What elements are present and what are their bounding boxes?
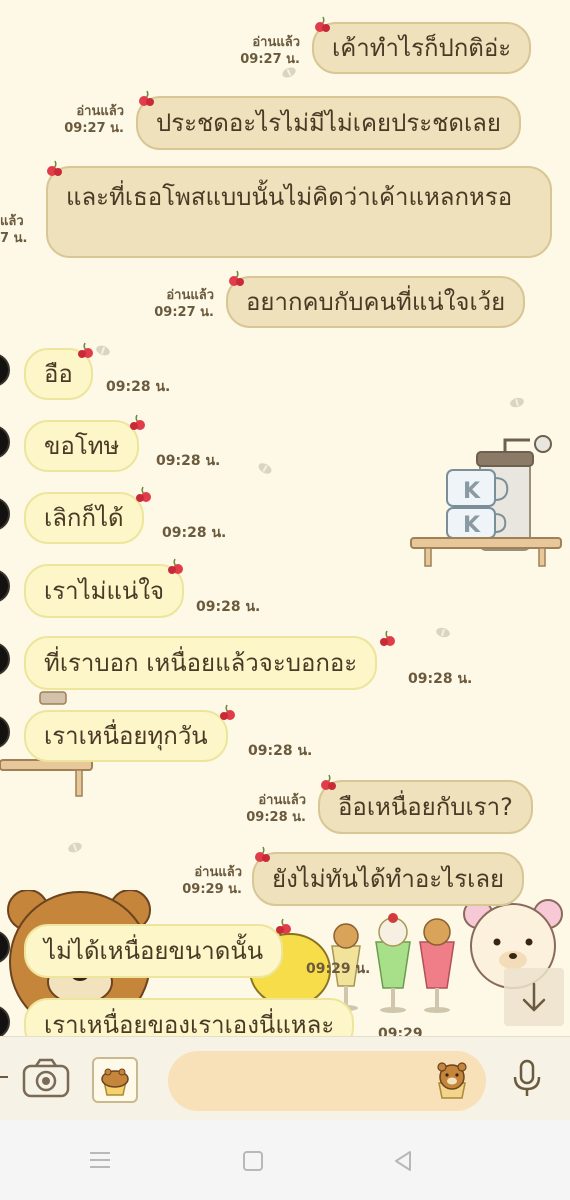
coffee-bean-decoration xyxy=(66,840,84,855)
voice-message-button[interactable] xyxy=(504,1055,550,1101)
menu-icon[interactable] xyxy=(86,1148,114,1172)
svg-text:K: K xyxy=(463,513,481,538)
contact-avatar[interactable] xyxy=(0,425,10,459)
camera-icon xyxy=(22,1058,70,1098)
cherry-icon xyxy=(276,918,291,934)
sent-message-bubble[interactable]: ยังไม่ทันได้ทำอะไรเลย xyxy=(252,852,525,906)
read-receipt: อ่านแล้ว 09:29 น. xyxy=(182,865,242,897)
contact-avatar[interactable] xyxy=(0,497,10,531)
cherry-icon xyxy=(321,774,336,790)
message-time: 09:28 น. xyxy=(196,599,261,615)
cherry-icon xyxy=(139,90,154,106)
cherry-icon xyxy=(315,16,330,32)
chat-area[interactable]: K K อ่านแล้ว 09:27 น. เค้าทำไรก็ปกติอ่ะ … xyxy=(0,0,570,1036)
back-icon[interactable] xyxy=(390,1148,416,1174)
received-message-bubble[interactable]: ที่เราบอก เหนื่อยแล้วจะบอกอะ xyxy=(24,636,378,690)
coffee-bean-decoration xyxy=(94,343,112,358)
muffin-sticker-icon xyxy=(101,1068,129,1096)
svg-text:K: K xyxy=(463,479,481,504)
cherry-icon xyxy=(380,630,395,646)
sent-message-bubble[interactable]: อยากคบกับคนที่แน่ใจเว้ย xyxy=(226,276,526,328)
contact-avatar[interactable] xyxy=(0,353,10,387)
received-message-bubble[interactable]: เราไม่แน่ใจ xyxy=(24,564,185,618)
bear-muffin-icon[interactable] xyxy=(430,1059,474,1103)
received-message-bubble[interactable]: เราเหนื่อยของเราเองนี่แหละ xyxy=(24,998,355,1036)
cherry-icon xyxy=(78,342,93,358)
microphone-icon xyxy=(513,1059,541,1096)
message-time: 09:28 น. xyxy=(156,453,221,469)
message-time: 09:28 น. xyxy=(162,525,227,541)
message-input-bar xyxy=(0,1036,570,1120)
read-receipt: อ่านแล้ว 09:28 น. xyxy=(246,793,306,825)
message-time: 09:29 น. xyxy=(306,961,371,977)
system-navigation-bar xyxy=(0,1120,570,1200)
coffee-bean-decoration xyxy=(256,461,274,476)
cherry-icon xyxy=(130,414,145,430)
sent-message-bubble[interactable]: เค้าทำไรก็ปกติอ่ะ xyxy=(312,22,532,74)
camera-button[interactable] xyxy=(20,1055,72,1101)
coffee-bean-decoration xyxy=(509,396,525,409)
cherry-icon xyxy=(47,160,62,176)
scroll-to-bottom-button[interactable] xyxy=(504,968,564,1026)
message-time: 09:28 น. xyxy=(106,379,171,395)
received-message-bubble[interactable]: ไม่ได้เหนื่อยขนาดนั้น xyxy=(24,924,284,978)
cherry-icon xyxy=(168,558,183,574)
cherry-icon xyxy=(220,704,235,720)
read-receipt: อ่านแล้ว 09:27 น. xyxy=(154,288,214,320)
sent-message-bubble[interactable]: อือเหนื่อยกับเรา? xyxy=(318,780,533,834)
message-input-field[interactable] xyxy=(168,1051,486,1111)
arrow-down-icon xyxy=(522,982,546,1012)
received-message-bubble[interactable]: ขอโทษ xyxy=(24,420,140,472)
cherry-icon xyxy=(255,846,270,862)
message-time: 09:28 น. xyxy=(248,743,313,759)
received-message-bubble[interactable]: เราเหนื่อยทุกวัน xyxy=(24,710,228,762)
coffee-bean-decoration xyxy=(435,626,451,639)
read-receipt: อ่านแล้ว 09:27 น. xyxy=(240,35,300,67)
read-receipt: แล้ว 7 น. xyxy=(0,214,28,246)
contact-avatar[interactable] xyxy=(0,642,10,676)
cherry-icon xyxy=(136,486,151,502)
home-icon[interactable] xyxy=(240,1148,266,1174)
cherry-icon xyxy=(229,270,244,286)
sent-message-bubble[interactable]: ประชดอะไรไม่มีไม่เคยประชดเลย xyxy=(136,96,521,150)
sent-message-bubble[interactable]: และที่เธอโพสแบบนั้นไม่คิดว่าเค้าแหลกหรอ xyxy=(46,166,552,258)
coffee-shelf-illustration: K K xyxy=(410,435,562,567)
contact-avatar[interactable] xyxy=(0,569,10,603)
sticker-button[interactable] xyxy=(92,1057,138,1103)
read-receipt: อ่านแล้ว 09:27 น. xyxy=(64,104,124,136)
message-time: 09:28 น. xyxy=(408,671,473,687)
message-time: 09:29 xyxy=(378,1026,423,1036)
plus-icon[interactable] xyxy=(0,1067,10,1087)
received-message-bubble[interactable]: เลิกก็ได้ xyxy=(24,492,144,544)
